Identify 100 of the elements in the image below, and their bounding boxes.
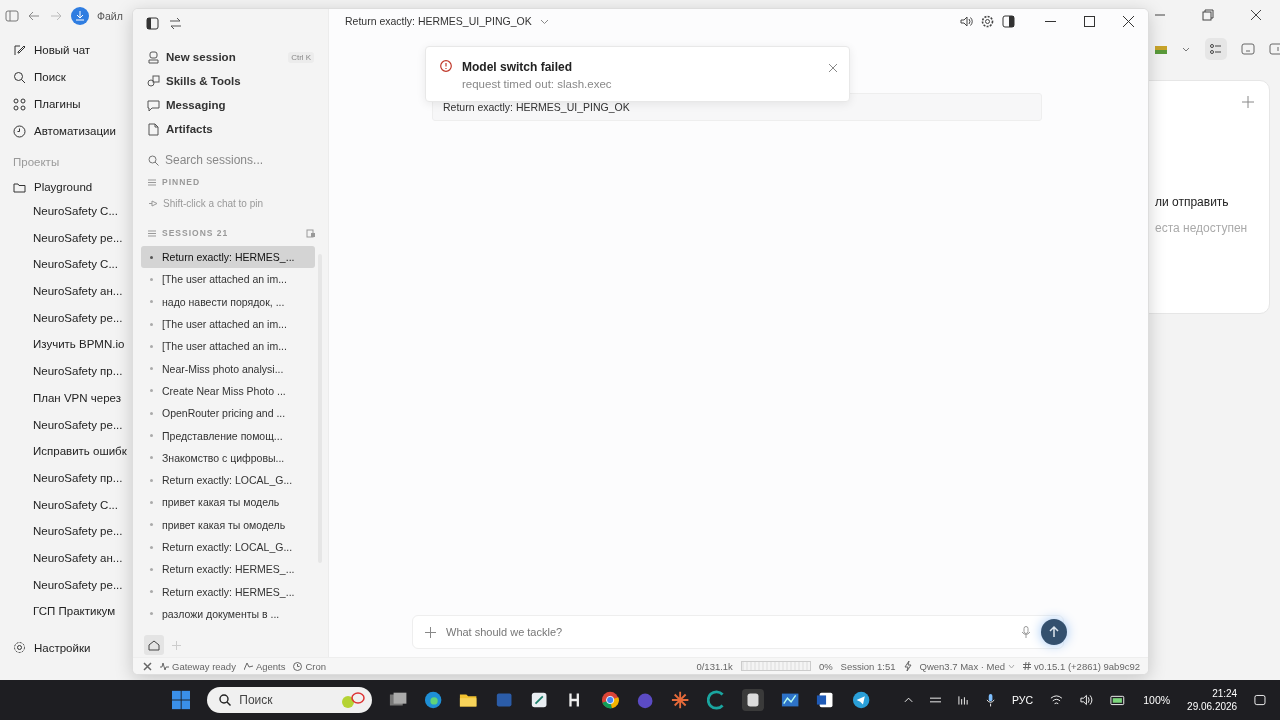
chat-item[interactable]: NeuroSafety pe...: [33, 304, 123, 332]
restore-icon[interactable]: [1202, 9, 1214, 21]
list-icon[interactable]: [1205, 38, 1227, 60]
nav-item[interactable]: Artifacts: [141, 117, 328, 141]
search-box[interactable]: Поиск: [207, 687, 372, 713]
wifi-icon[interactable]: [1050, 694, 1063, 706]
session-item[interactable]: Return exactly: HERMES_...: [141, 246, 315, 269]
volume-icon[interactable]: [1079, 694, 1093, 706]
chat-item[interactable]: ГСП Практикум: [33, 598, 116, 625]
gateway-status[interactable]: Gateway ready: [160, 660, 236, 672]
nav-item[interactable]: Автоматизации: [5, 120, 116, 142]
notification-icon[interactable]: [1254, 693, 1267, 707]
home-icon[interactable]: [144, 635, 164, 655]
close-icon[interactable]: [1123, 15, 1134, 27]
chat-item[interactable]: План VPN через: [33, 384, 121, 412]
message-input[interactable]: What should we tackle?: [446, 626, 1011, 638]
shortcut-key: Ctrl: [291, 52, 304, 62]
menu-label[interactable]: Файл: [97, 10, 123, 22]
session-item[interactable]: привет какая ты омодель: [141, 513, 315, 536]
settings-icon[interactable]: [981, 14, 994, 28]
battery-icon[interactable]: [1109, 694, 1127, 706]
terminal-icon[interactable]: [1241, 42, 1255, 56]
chat-item[interactable]: NeuroSafety ан...: [33, 278, 123, 305]
sunburst-icon[interactable]: [671, 690, 690, 710]
chrome-icon[interactable]: [600, 690, 619, 710]
chat-item[interactable]: NeuroSafety ан...: [33, 544, 123, 572]
session-item[interactable]: Представление помощ...: [141, 424, 315, 447]
back-icon[interactable]: [27, 9, 41, 23]
chat-item[interactable]: NeuroSafety pe...: [33, 411, 123, 439]
wave-icon[interactable]: [706, 690, 725, 710]
session-item[interactable]: разложи документы в ...: [141, 602, 315, 626]
chat-item[interactable]: Исправить ошибк: [33, 438, 127, 465]
language-indicator[interactable]: РУС: [1012, 694, 1034, 706]
window-title[interactable]: Return exactly: HERMES_UI_PING_OK: [345, 15, 532, 27]
search-field[interactable]: Search sessions...: [165, 153, 305, 167]
tools-icon[interactable]: [143, 661, 152, 671]
nav-item[interactable]: Skills & Tools: [141, 69, 328, 93]
composer-field[interactable]: What should we tackle?: [412, 615, 1064, 649]
sidebar-toggle-icon[interactable]: [146, 16, 159, 30]
session-item[interactable]: Return exactly: HERMES_...: [141, 580, 315, 603]
chat-item[interactable]: NeuroSafety C...: [33, 198, 118, 225]
settings-item[interactable]: Настройки: [5, 641, 91, 654]
archive-icon[interactable]: [306, 228, 316, 238]
session-item[interactable]: OpenRouter pricing and ...: [141, 402, 315, 425]
nav-item[interactable]: Плагины: [5, 93, 116, 115]
download-icon[interactable]: [71, 7, 89, 25]
document-icon: [147, 122, 160, 136]
session-item[interactable]: [The user attached an im...: [141, 268, 315, 291]
speaker-icon[interactable]: [960, 14, 973, 28]
nav-item[interactable]: New session Ctrl K: [141, 45, 328, 69]
version-label: v0.15.1 (+2861) 9ab9c92: [1023, 660, 1140, 672]
agents-link[interactable]: Agents: [243, 660, 286, 672]
chat-item[interactable]: NeuroSafety C...: [33, 491, 118, 519]
chat-item[interactable]: NeuroSafety pe...: [33, 571, 123, 599]
clock[interactable]: 21:24 29.06.2026: [1187, 687, 1238, 713]
telegram-icon[interactable]: [851, 690, 870, 710]
session-item[interactable]: Знакомство с цифровы...: [141, 446, 315, 469]
chat-item[interactable]: Изучить BPMN.io: [33, 331, 125, 359]
plus-icon[interactable]: [425, 626, 436, 638]
hash-icon: [1023, 662, 1032, 670]
browser-icon[interactable]: [424, 690, 443, 710]
word-icon[interactable]: [816, 690, 835, 710]
panel-text: ли отправить: [1155, 195, 1229, 209]
sidebar-toggle-icon[interactable]: [5, 9, 19, 23]
session-item[interactable]: Near-Miss photo analysi...: [141, 357, 315, 380]
session-item[interactable]: Create Near Miss Photo ...: [141, 379, 315, 403]
search-icon: [148, 154, 159, 166]
chat-item[interactable]: NeuroSafety пр...: [33, 464, 123, 492]
session-item[interactable]: Return exactly: LOCAL_G...: [141, 468, 315, 492]
close-icon[interactable]: [1250, 9, 1262, 21]
chevron-up-icon[interactable]: [903, 695, 913, 705]
maximize-icon[interactable]: [1084, 15, 1095, 27]
app-icon[interactable]: [741, 688, 764, 712]
clock-icon: [293, 661, 303, 671]
microphone-icon[interactable]: [985, 693, 996, 707]
session-item[interactable]: [The user attached an im...: [141, 335, 315, 358]
cron-link[interactable]: Cron: [293, 660, 327, 672]
chat-item[interactable]: NeuroSafety пр...: [33, 358, 123, 385]
session-item[interactable]: надо навести порядок, ...: [141, 290, 315, 313]
session-item[interactable]: Return exactly: HERMES_...: [141, 558, 315, 581]
panel-icon[interactable]: [1002, 14, 1015, 28]
nav-item[interactable]: Messaging: [141, 93, 328, 117]
folder-icon: [13, 180, 26, 194]
session-item[interactable]: Return exactly: LOCAL_G...: [141, 535, 315, 559]
session-item[interactable]: привет какая ты модель: [141, 491, 315, 514]
bars-icon[interactable]: [957, 694, 969, 706]
notes-icon[interactable]: [530, 690, 549, 710]
send-button[interactable]: [1041, 619, 1067, 645]
chat-item[interactable]: NeuroSafety C...: [33, 251, 118, 279]
chat-item[interactable]: NeuroSafety pe...: [33, 224, 123, 252]
search-field[interactable]: Поиск: [239, 693, 332, 707]
swap-icon[interactable]: [169, 16, 182, 30]
start-icon[interactable]: [172, 690, 191, 710]
bolt-icon[interactable]: [903, 661, 912, 671]
nav-item[interactable]: Поиск: [5, 66, 116, 88]
chat-item[interactable]: NeuroSafety pe...: [33, 518, 123, 545]
nav-item[interactable]: Новый чат: [5, 39, 116, 61]
model-selector[interactable]: Qwen3.7 Max · Med: [919, 660, 1016, 672]
project-item[interactable]: Playground: [5, 176, 93, 198]
session-item[interactable]: [The user attached an im...: [141, 312, 315, 336]
